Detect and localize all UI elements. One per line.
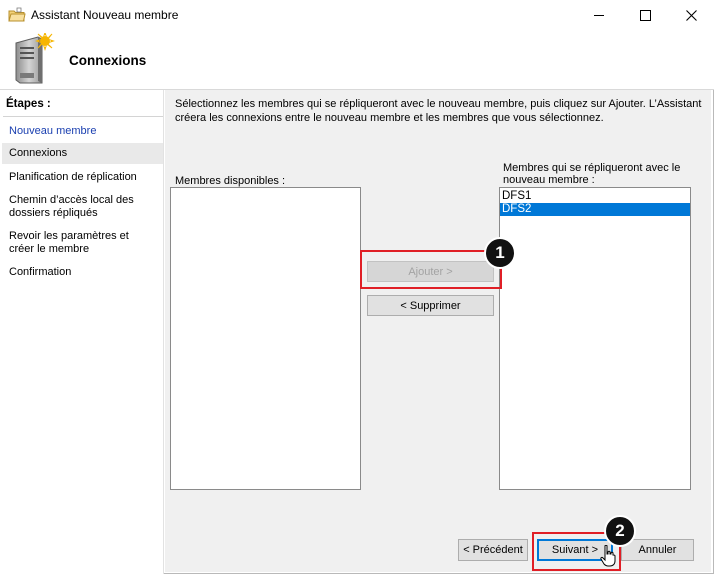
available-members-list[interactable] — [170, 187, 361, 490]
available-members-label: Membres disponibles : — [175, 175, 286, 187]
cancel-button[interactable]: Annuler — [621, 539, 694, 561]
remove-button[interactable]: < Supprimer — [367, 295, 494, 316]
steps-heading: Étapes : — [6, 98, 51, 110]
folder-group-icon — [8, 7, 26, 23]
replicating-members-list[interactable]: DFS1 DFS2 — [499, 187, 691, 490]
close-icon — [685, 8, 697, 24]
maximize-button[interactable] — [622, 0, 668, 31]
window-title: Assistant Nouveau membre — [31, 8, 179, 22]
minimize-icon — [594, 15, 604, 16]
server-icon — [12, 31, 58, 85]
maximize-icon — [639, 10, 651, 21]
mouse-cursor-icon — [600, 544, 616, 567]
previous-button[interactable]: < Précédent — [458, 539, 528, 561]
annotation-badge-2: 2 — [604, 515, 636, 547]
list-item-dfs2[interactable]: DFS2 — [500, 203, 690, 216]
minimize-button[interactable] — [576, 0, 622, 31]
step-revoir-parametres[interactable]: Revoir les paramètres et créer le membre — [2, 228, 163, 258]
page-title: Connexions — [69, 53, 147, 68]
add-button[interactable]: Ajouter > — [367, 261, 494, 282]
step-connexions[interactable]: Connexions — [2, 143, 163, 164]
step-planification[interactable]: Planification de réplication — [2, 169, 163, 186]
annotation-badge-1: 1 — [484, 237, 516, 269]
step-chemin-acces[interactable]: Chemin d’accès local des dossiers répliq… — [2, 192, 163, 222]
instructions-text: Sélectionnez les membres qui se réplique… — [175, 98, 702, 124]
title-bar: Assistant Nouveau membre — [0, 0, 714, 31]
steps-divider — [3, 116, 163, 117]
list-item-dfs1[interactable]: DFS1 — [500, 190, 690, 203]
close-button[interactable] — [668, 0, 714, 31]
step-confirmation[interactable]: Confirmation — [2, 264, 163, 281]
replicating-members-label: Membres qui se répliqueront avec le nouv… — [503, 162, 681, 186]
step-nouveau-membre[interactable]: Nouveau membre — [2, 123, 163, 140]
